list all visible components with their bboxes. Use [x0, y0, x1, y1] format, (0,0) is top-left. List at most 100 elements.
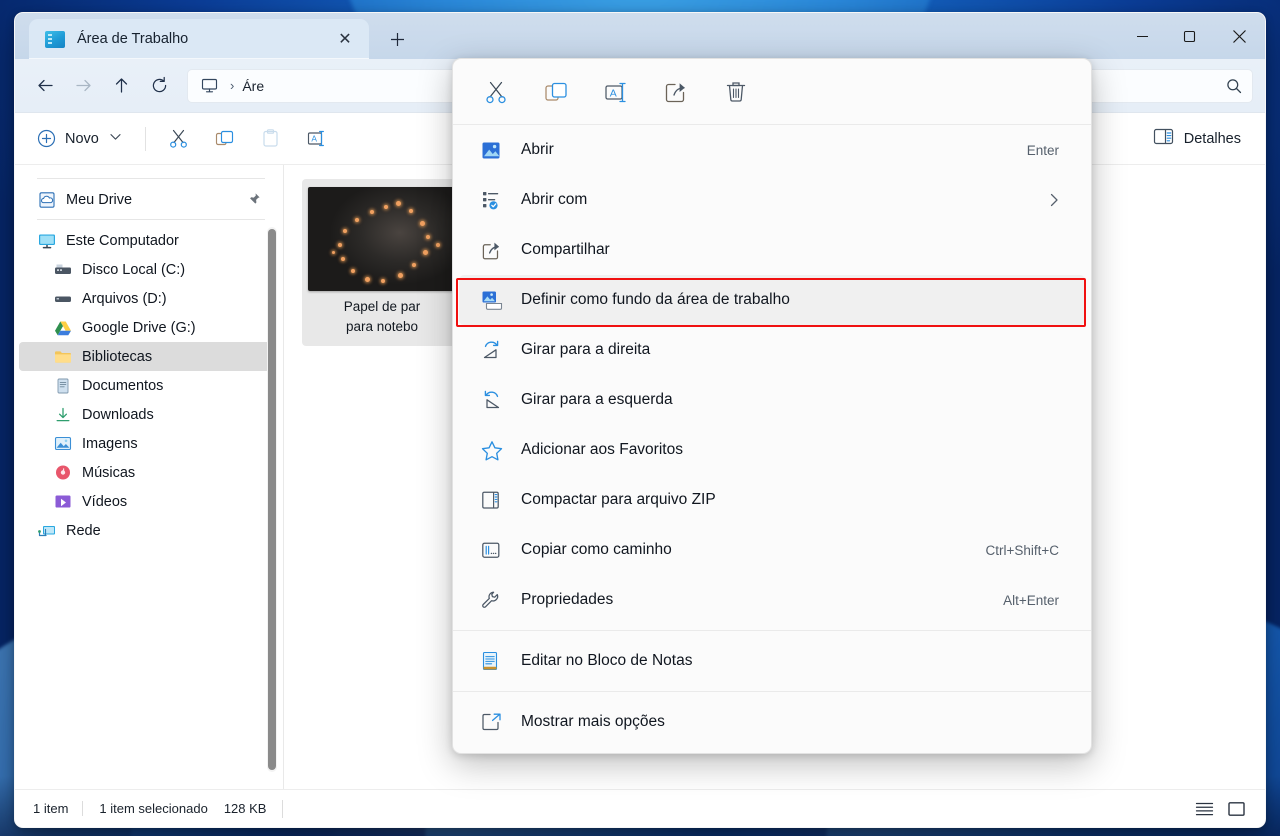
large-icons-view-button[interactable] — [1221, 796, 1251, 822]
local-disk-icon — [53, 261, 73, 279]
context-menu-toolbar: A — [453, 59, 1091, 125]
close-tab-icon[interactable]: ✕ — [331, 25, 359, 53]
delete-icon[interactable] — [707, 71, 765, 113]
context-menu-item-girar-direita[interactable]: Girar para a direita — [459, 325, 1085, 375]
sidebar-item-imagens[interactable]: Imagens — [19, 429, 275, 458]
up-button[interactable] — [103, 69, 139, 103]
rename-button[interactable]: A — [296, 122, 338, 156]
maximize-button[interactable] — [1166, 13, 1213, 59]
context-menu-item-label: Abrir — [521, 141, 554, 158]
refresh-button[interactable] — [141, 69, 177, 103]
pictures-icon — [53, 435, 73, 453]
details-pane-button[interactable]: Detalhes — [1141, 122, 1253, 156]
context-menu-separator-1 — [453, 630, 1091, 631]
share-icon[interactable] — [647, 71, 705, 113]
context-menu-item-editar-bloco-notas[interactable]: Editar no Bloco de Notas — [459, 636, 1085, 686]
status-item-count: 1 item — [33, 801, 69, 816]
sidebar-item-bibliotecas[interactable]: Bibliotecas — [19, 342, 275, 371]
sidebar-item-label: Arquivos (D:) — [82, 290, 167, 307]
plus-circle-icon — [37, 129, 56, 148]
sidebar-item-videos[interactable]: Vídeos — [19, 487, 275, 516]
onedrive-icon — [37, 191, 57, 209]
videos-icon — [53, 493, 73, 511]
sidebar-item-label: Este Computador — [66, 232, 179, 249]
sidebar-item-label: Imagens — [82, 435, 138, 452]
this-pc-breadcrumb-icon[interactable] — [196, 77, 222, 94]
sidebar-item-rede[interactable]: Rede — [19, 516, 275, 545]
pin-icon[interactable] — [246, 192, 261, 207]
context-menu-item-mostrar-mais-opcoes[interactable]: Mostrar mais opções — [459, 697, 1085, 747]
search-icon[interactable] — [1226, 78, 1242, 94]
window-controls — [1119, 13, 1265, 59]
copy-button[interactable] — [204, 122, 246, 156]
minimize-button[interactable] — [1119, 13, 1166, 59]
sidebar-separator-mid — [37, 219, 265, 220]
drive-icon — [53, 290, 73, 308]
sidebar-item-disco-local-c[interactable]: Disco Local (C:) — [19, 255, 275, 284]
chevron-right-icon[interactable] — [1050, 193, 1063, 207]
context-menu-item-label: Girar para a direita — [521, 341, 651, 358]
context-menu-item-compartilhar[interactable]: Compartilhar — [459, 225, 1085, 275]
context-menu-item-label: Propriedades — [521, 591, 614, 608]
sidebar-scrollbar[interactable] — [267, 227, 277, 772]
rename-icon[interactable]: A — [587, 71, 645, 113]
sidebar-item-meu-drive[interactable]: Meu Drive — [19, 185, 275, 214]
sidebar-item-downloads[interactable]: Downloads — [19, 400, 275, 429]
rotate-right-icon — [481, 340, 507, 360]
context-menu-item-girar-esquerda[interactable]: Girar para a esquerda — [459, 375, 1085, 425]
context-menu-item-accel: Ctrl+Shift+C — [985, 542, 1059, 558]
context-menu-item-label: Mostrar mais opções — [521, 713, 665, 730]
sidebar-separator-top — [37, 178, 265, 179]
context-menu-item-propriedades[interactable]: Propriedades Alt+Enter — [459, 575, 1085, 625]
navigation-pane: Meu Drive Este Computador Disco Local (C… — [15, 165, 283, 789]
forward-button[interactable] — [65, 69, 101, 103]
sidebar-item-label: Meu Drive — [66, 191, 133, 208]
list-item[interactable]: Papel de par para notebo — [302, 179, 462, 346]
context-menu-item-adicionar-favoritos[interactable]: Adicionar aos Favoritos — [459, 425, 1085, 475]
properties-icon — [481, 590, 507, 610]
sidebar-item-label: Músicas — [82, 464, 136, 481]
sidebar-item-label: Rede — [66, 522, 101, 539]
chevron-down-icon[interactable] — [110, 133, 121, 144]
sidebar-item-documentos[interactable]: Documentos — [19, 371, 275, 400]
context-menu-item-abrir-com[interactable]: Abrir com — [459, 175, 1085, 225]
set-wallpaper-icon — [481, 290, 507, 310]
cut-icon[interactable] — [467, 71, 525, 113]
sidebar-item-label: Google Drive (G:) — [82, 319, 196, 336]
notepad-icon — [481, 651, 507, 671]
new-button[interactable]: Novo — [27, 122, 133, 156]
sidebar-item-label: Documentos — [82, 377, 164, 394]
title-bar: Área de Trabalho ✕ — [15, 13, 1265, 59]
zip-icon — [481, 490, 507, 510]
sidebar-item-musicas[interactable]: Músicas — [19, 458, 275, 487]
tab-label: Área de Trabalho — [77, 31, 189, 47]
context-menu-item-copiar-caminho[interactable]: Copiar como caminho Ctrl+Shift+C — [459, 525, 1085, 575]
close-window-button[interactable] — [1213, 13, 1265, 59]
sidebar-item-label: Bibliotecas — [82, 348, 153, 365]
svg-text:A: A — [610, 87, 617, 99]
sidebar-item-este-computador[interactable]: Este Computador — [19, 226, 275, 255]
sidebar-scrollbar-thumb[interactable] — [268, 229, 276, 770]
sidebar-item-arquivos-d[interactable]: Arquivos (D:) — [19, 284, 275, 313]
tab-area-de-trabalho[interactable]: Área de Trabalho ✕ — [29, 19, 369, 59]
context-menu-item-definir-como-fundo[interactable]: Definir como fundo da área de trabalho — [459, 275, 1085, 325]
context-menu-item-label: Definir como fundo da área de trabalho — [521, 291, 790, 308]
back-button[interactable] — [27, 69, 63, 103]
google-drive-icon — [53, 319, 73, 337]
context-menu-separator-2 — [453, 691, 1091, 692]
details-label: Detalhes — [1183, 130, 1241, 147]
breadcrumb-current[interactable]: Áre — [242, 78, 264, 94]
paste-button[interactable] — [250, 122, 292, 156]
list-view-button[interactable] — [1189, 796, 1219, 822]
context-menu-item-abrir[interactable]: Abrir Enter — [459, 125, 1085, 175]
context-menu-item-label: Compactar para arquivo ZIP — [521, 491, 716, 508]
status-divider — [282, 799, 284, 818]
copy-icon[interactable] — [527, 71, 585, 113]
context-menu-item-compactar-zip[interactable]: Compactar para arquivo ZIP — [459, 475, 1085, 525]
new-tab-icon[interactable] — [383, 25, 411, 53]
cut-button[interactable] — [158, 122, 200, 156]
svg-text:A: A — [312, 133, 318, 143]
sidebar-item-google-drive-g[interactable]: Google Drive (G:) — [19, 313, 275, 342]
sidebar-item-label: Downloads — [82, 406, 154, 423]
status-selection: 1 item selecionado — [82, 801, 221, 816]
